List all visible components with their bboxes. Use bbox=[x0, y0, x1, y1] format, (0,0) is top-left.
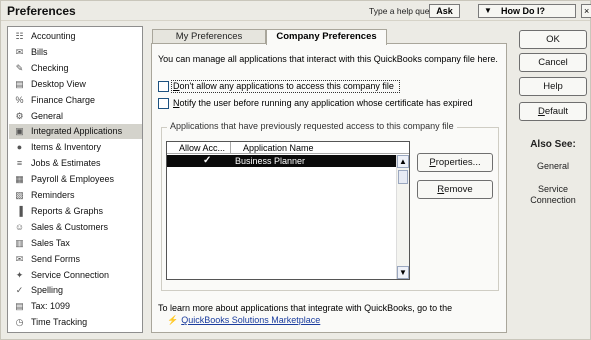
preferences-window: Preferences Type a help question Ask ▼ H… bbox=[0, 0, 591, 340]
sidebar-item-label: Integrated Applications bbox=[31, 126, 123, 137]
sidebar-item-label: Sales & Customers bbox=[31, 221, 109, 232]
also-see-general-link[interactable]: General bbox=[516, 161, 590, 172]
payroll-employees-icon: ▦ bbox=[15, 174, 24, 185]
scroll-thumb[interactable] bbox=[398, 170, 408, 184]
sidebar-item-label: Sales Tax bbox=[31, 237, 70, 248]
application-name-cell: Business Planner bbox=[235, 156, 306, 166]
marketplace-link-row: ⚡ QuickBooks Solutions Marketplace bbox=[167, 315, 320, 326]
general-icon: ⚙ bbox=[15, 110, 24, 121]
sidebar-item-label: Desktop View bbox=[31, 78, 86, 89]
sidebar-item[interactable]: ✉ Bills bbox=[9, 45, 142, 60]
sidebar-item[interactable]: ▣ Integrated Applications bbox=[9, 124, 142, 140]
default-button[interactable]: Default bbox=[519, 102, 587, 121]
sidebar-item[interactable]: % Finance Charge bbox=[9, 93, 142, 108]
sidebar-item-label: Payroll & Employees bbox=[31, 174, 115, 185]
sidebar-item[interactable]: ▦ Payroll & Employees bbox=[9, 172, 142, 187]
column-application-name[interactable]: Application Name bbox=[243, 143, 314, 153]
tab-my-preferences[interactable]: My Preferences bbox=[152, 29, 266, 44]
sidebar-item-label: Reports & Graphs bbox=[31, 205, 104, 216]
intro-text: You can manage all applications that int… bbox=[158, 54, 498, 64]
send-forms-icon: ✉ bbox=[15, 253, 24, 264]
also-see-title: Also See: bbox=[530, 139, 576, 150]
sidebar-item[interactable]: ▤ Desktop View bbox=[9, 77, 142, 92]
notify-label: Notify the user before running any appli… bbox=[173, 98, 473, 108]
sidebar-item-label: Send Forms bbox=[31, 253, 81, 264]
applications-table[interactable]: Allow Acc... Application Name ✓ Business… bbox=[166, 141, 410, 280]
column-allow-access[interactable]: Allow Acc... bbox=[179, 143, 225, 153]
sidebar-item[interactable]: ✉ Send Forms bbox=[9, 252, 142, 267]
sidebar-item-label: Time Tracking bbox=[31, 317, 88, 328]
sidebar-item[interactable]: ✦ Service Connection bbox=[9, 268, 142, 283]
dropdown-arrow-icon: ▼ bbox=[484, 6, 492, 15]
link-icon: ⚡ bbox=[167, 315, 179, 325]
sidebar-item-label: Service Connection bbox=[31, 269, 110, 280]
column-divider bbox=[230, 142, 231, 154]
table-row[interactable]: ✓ Business Planner bbox=[167, 155, 396, 167]
reports-graphs-icon: ▐ bbox=[16, 205, 23, 216]
checking-icon: ✎ bbox=[15, 62, 24, 73]
applications-group-label: Applications that have previously reques… bbox=[167, 121, 457, 131]
sidebar-item[interactable]: ◷ Time Tracking bbox=[9, 315, 142, 330]
how-do-i-label: How Do I? bbox=[501, 6, 545, 16]
service-connection-icon: ✦ bbox=[15, 269, 24, 280]
sidebar-item[interactable]: ▥ Sales Tax bbox=[9, 236, 142, 251]
sales-customers-icon: ☺ bbox=[14, 221, 25, 232]
marketplace-link[interactable]: QuickBooks Solutions Marketplace bbox=[181, 315, 320, 325]
spelling-icon: ✓ bbox=[15, 285, 24, 296]
preference-category-list[interactable]: ☷ Accounting ✉ Bills ✎ Checking ▤ Desktop View%… bbox=[7, 26, 143, 333]
sidebar-item-label: Spelling bbox=[31, 285, 64, 296]
how-do-i-button[interactable]: ▼ How Do I? bbox=[478, 4, 576, 18]
properties-button[interactable]: Properties... bbox=[417, 153, 493, 172]
sidebar-item[interactable]: ✎ Checking bbox=[9, 61, 142, 76]
sidebar-item-label: Items & Inventory bbox=[31, 142, 102, 153]
cancel-button[interactable]: Cancel bbox=[519, 53, 587, 72]
help-button[interactable]: Help bbox=[519, 77, 587, 96]
sidebar-item[interactable]: ▐ Reports & Graphs bbox=[9, 204, 142, 219]
sidebar-item[interactable]: ☷ Accounting bbox=[9, 29, 142, 44]
sidebar-item-label: General bbox=[31, 110, 64, 121]
desktop-view-icon: ▤ bbox=[15, 78, 24, 89]
scroll-up-icon[interactable]: ▲ bbox=[397, 155, 409, 168]
sidebar-item[interactable]: ▤ Tax: 1099 bbox=[9, 299, 142, 314]
tax-1099-icon: ▤ bbox=[15, 301, 24, 312]
sidebar-item-label: Tax: 1099 bbox=[31, 301, 71, 312]
dont-allow-checkbox[interactable] bbox=[158, 81, 169, 92]
ok-button[interactable]: OK bbox=[519, 30, 587, 49]
items-inventory-icon: ● bbox=[16, 142, 23, 153]
sales-tax-icon: ▥ bbox=[15, 237, 24, 248]
ask-button[interactable]: Ask bbox=[429, 4, 460, 18]
notify-checkbox[interactable] bbox=[158, 98, 169, 109]
time-tracking-icon: ◷ bbox=[15, 317, 24, 328]
sidebar-item[interactable]: ≡ Jobs & Estimates bbox=[9, 156, 142, 171]
reminders-icon: ▧ bbox=[15, 190, 24, 200]
sidebar-item-label: Finance Charge bbox=[31, 94, 96, 105]
close-icon[interactable]: × bbox=[581, 4, 591, 18]
scroll-down-icon[interactable]: ▼ bbox=[397, 266, 409, 279]
allow-access-check-icon[interactable]: ✓ bbox=[203, 155, 211, 166]
sidebar-item-label: Accounting bbox=[31, 31, 76, 41]
footer-text: To learn more about applications that in… bbox=[158, 303, 453, 313]
remove-button[interactable]: Remove bbox=[417, 180, 493, 199]
sidebar-item[interactable]: ▧ Reminders bbox=[9, 188, 142, 203]
sidebar-item[interactable]: ⚙ General bbox=[9, 109, 142, 124]
sidebar-item-label: Bills bbox=[31, 46, 48, 57]
window-title: Preferences bbox=[7, 4, 76, 18]
sidebar-item-label: Jobs & Estimates bbox=[31, 158, 101, 169]
sidebar-item[interactable]: ● Items & Inventory bbox=[9, 140, 142, 155]
accounting-icon: ☷ bbox=[15, 31, 24, 41]
bills-icon: ✉ bbox=[15, 46, 24, 57]
dont-allow-label: Don't allow any applications to access t… bbox=[173, 81, 394, 91]
jobs-estimates-icon: ≡ bbox=[16, 158, 23, 169]
sidebar-item[interactable]: ✓ Spelling bbox=[9, 283, 142, 298]
tab-company-preferences[interactable]: Company Preferences bbox=[266, 29, 387, 45]
sidebar-item-label: Checking bbox=[31, 62, 69, 73]
sidebar-item-label: Reminders bbox=[31, 190, 75, 200]
sidebar-item[interactable]: ☺ Sales & Customers bbox=[9, 220, 142, 235]
table-header: Allow Acc... Application Name bbox=[167, 142, 409, 154]
integrated-applications-icon: ▣ bbox=[15, 126, 24, 137]
title-bar: Preferences Type a help question Ask ▼ H… bbox=[1, 1, 591, 21]
finance-charge-icon: % bbox=[15, 94, 24, 105]
also-see-service-connection-link[interactable]: Service Connection bbox=[516, 184, 590, 206]
table-scrollbar[interactable]: ▲ ▼ bbox=[396, 155, 409, 279]
